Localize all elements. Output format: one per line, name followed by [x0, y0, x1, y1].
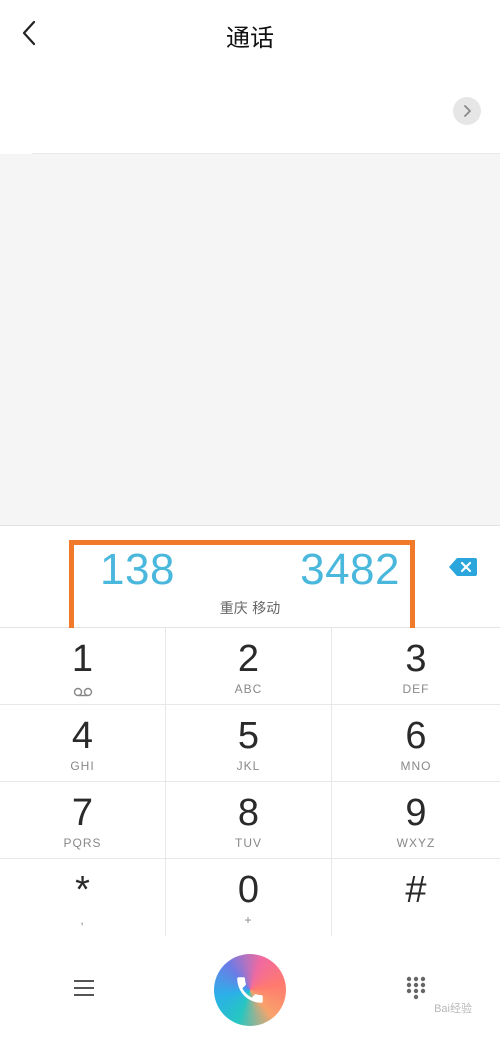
- key-0[interactable]: 0 +: [166, 859, 332, 936]
- key-digit: 9: [405, 792, 427, 834]
- key-digit: 3: [405, 638, 427, 680]
- key-9[interactable]: 9 WXYZ: [332, 782, 500, 859]
- key-letters: ABC: [234, 682, 263, 696]
- key-letters: +: [244, 913, 253, 927]
- key-1[interactable]: 1: [0, 628, 166, 705]
- backspace-icon: [449, 558, 477, 576]
- key-letters: TUV: [235, 836, 262, 850]
- key-digit: 5: [237, 715, 260, 757]
- watermark: Bai经验: [434, 1003, 472, 1015]
- key-letters: DEF: [402, 682, 430, 696]
- info-more-button[interactable]: [453, 97, 481, 125]
- key-7[interactable]: 7 PQRS: [0, 782, 166, 859]
- dialpad-toggle-button[interactable]: [406, 976, 426, 1000]
- key-3[interactable]: 3 DEF: [332, 628, 500, 705]
- highlight-annotation-box: [69, 540, 415, 633]
- delete-button[interactable]: [448, 556, 478, 578]
- key-digit: *: [75, 869, 90, 911]
- key-letters: GHI: [70, 759, 95, 773]
- key-letters: JKL: [236, 759, 261, 773]
- key-2[interactable]: 2 ABC: [166, 628, 332, 705]
- key-digit: 2: [237, 638, 260, 680]
- chevron-right-icon: [464, 105, 471, 117]
- call-button[interactable]: [214, 954, 286, 1026]
- menu-button[interactable]: [72, 978, 96, 998]
- key-digit: 1: [71, 638, 94, 680]
- key-hash[interactable]: #: [332, 859, 500, 936]
- page-title: 通话: [226, 24, 274, 52]
- dial-keypad: 1 2 ABC 3 DEF 4 GHI 5 JKL 6 MNO 7 PQRS 8…: [0, 628, 500, 936]
- key-digit: 4: [71, 715, 94, 757]
- key-digit: 7: [71, 792, 94, 834]
- key-star[interactable]: * ,: [0, 859, 166, 936]
- call-suggestions-area: [0, 154, 500, 525]
- dialpad-icon: [406, 976, 426, 1000]
- key-digit: 0: [237, 869, 260, 911]
- key-digit: #: [405, 869, 427, 911]
- key-letters: PQRS: [63, 836, 102, 850]
- key-letters: MNO: [400, 759, 432, 773]
- contact-info-row[interactable]: [0, 66, 500, 154]
- menu-icon: [74, 980, 94, 996]
- key-digit: 6: [405, 715, 427, 757]
- phone-icon: [237, 977, 263, 1003]
- key-6[interactable]: 6 MNO: [332, 705, 500, 782]
- voicemail-icon: [73, 684, 93, 698]
- key-letters: ,: [80, 913, 85, 927]
- key-letters: WXYZ: [396, 836, 436, 850]
- header: 通话: [0, 0, 500, 66]
- key-digit: 8: [237, 792, 260, 834]
- key-4[interactable]: 4 GHI: [0, 705, 166, 782]
- key-8[interactable]: 8 TUV: [166, 782, 332, 859]
- key-5[interactable]: 5 JKL: [166, 705, 332, 782]
